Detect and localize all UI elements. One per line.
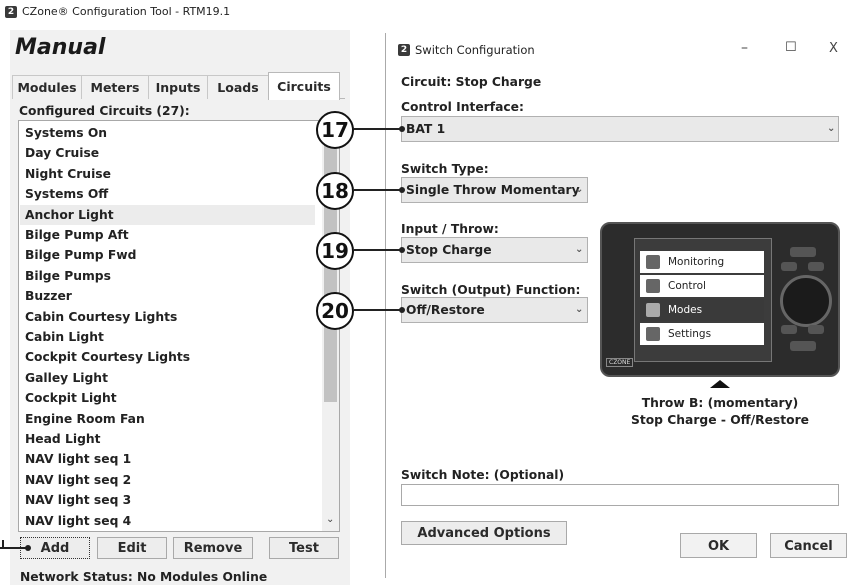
switch-function-select[interactable]: Off/Restore ⌄ [401,297,588,323]
tab-modules[interactable]: Modules [12,75,82,99]
switch-function-value: Off/Restore [406,303,485,317]
chevron-down-icon: ⌄ [575,184,584,195]
list-item[interactable]: Cockpit Light [25,388,315,408]
list-item[interactable]: Bilge Pump Fwd [25,245,315,265]
list-item[interactable]: Galley Light [25,368,315,388]
list-item[interactable]: Bilge Pumps [25,266,315,286]
dialog-title: Switch Configuration [415,43,535,57]
test-button[interactable]: Test [269,537,339,559]
switch-type-select[interactable]: Single Throw Momentary ⌄ [401,177,588,203]
callout-leader-17 [354,128,404,130]
callout-18: 18 [316,172,354,210]
device-menu-control: Control [640,275,764,297]
list-item[interactable]: NAV light seq 1 [25,449,315,469]
close-button[interactable]: X [829,41,838,56]
minimize-button[interactable]: – [741,40,748,56]
chevron-down-icon: ⌄ [575,304,584,315]
input-throw-select[interactable]: Stop Charge ⌄ [401,237,588,263]
device-menu-label: Control [668,280,706,292]
switch-function-label: Switch (Output) Function: [401,283,581,297]
add-callout-dot [25,545,31,551]
callout-leader-19 [354,249,404,251]
list-item[interactable]: Day Cruise [25,143,315,163]
scroll-down-icon[interactable]: ⌄ [326,514,334,525]
leader-vertical [2,540,4,549]
callout-leader-18 [354,189,404,191]
cancel-button[interactable]: Cancel [770,533,847,558]
control-interface-value: BAT 1 [406,122,446,136]
switch-note-label: Switch Note: (Optional) [401,468,565,482]
callout-19: 19 [316,232,354,270]
chevron-down-icon: ⌄ [827,123,836,134]
chevron-down-icon: ⌄ [575,244,584,255]
list-item[interactable]: Cockpit Courtesy Lights [25,347,315,367]
control-interface-label: Control Interface: [401,100,524,114]
control-interface-select[interactable]: BAT 1 ⌄ [401,116,839,142]
czone-app-icon: 2 [5,6,17,18]
edit-button[interactable]: Edit [97,537,167,559]
ok-button[interactable]: OK [680,533,757,558]
list-item[interactable]: Night Cruise [25,164,315,184]
callout-dot-17 [399,126,405,132]
list-header: Configured Circuits (27): [19,104,190,118]
list-item[interactable]: NAV light seq 3 [25,490,315,510]
device-menu-settings: Settings [640,323,764,345]
window-title: CZone® Configuration Tool - RTM19.1 [22,5,231,18]
device-button-right-top [808,262,824,271]
input-throw-value: Stop Charge [406,243,492,257]
remove-button[interactable]: Remove [173,537,253,559]
network-status: Network Status: No Modules Online [20,570,268,584]
switch-note-input[interactable] [401,484,839,506]
input-throw-label: Input / Throw: [401,222,499,236]
throw-caption-line2: Stop Charge - Off/Restore [631,413,809,427]
device-menu-monitoring: Monitoring [640,251,764,273]
device-menu-label: Monitoring [668,256,725,268]
callout-dot-20 [399,307,405,313]
caret-up-icon [710,380,730,388]
section-title: Manual [15,35,106,60]
tab-meters[interactable]: Meters [81,75,149,99]
device-button-right-bottom [808,325,824,334]
monitoring-icon [646,255,660,269]
list-item[interactable]: NAV light seq 2 [25,470,315,490]
settings-icon [646,327,660,341]
callout-dot-18 [399,187,405,193]
device-menu-label: Modes [668,304,703,316]
list-item[interactable]: Systems Off [25,184,315,204]
tab-circuits[interactable]: Circuits [268,72,340,100]
callout-17: 17 [316,111,354,149]
circuit-label: Circuit: Stop Charge [401,75,542,89]
callout-leader-20 [354,309,404,311]
maximize-button[interactable]: ☐ [785,40,797,55]
device-button-top [790,247,816,257]
add-callout-leader [0,547,27,549]
device-button-left-top [781,262,797,271]
device-brand-logo: CZONE [606,358,634,367]
switch-type-label: Switch Type: [401,162,489,176]
list-item[interactable]: Bilge Pump Aft [25,225,315,245]
callout-dot-19 [399,247,405,253]
list-item[interactable]: Buzzer [25,286,315,306]
switch-type-value: Single Throw Momentary [406,183,580,197]
device-menu-modes: Modes [640,299,764,321]
list-item[interactable]: Systems On [25,123,315,143]
advanced-options-button[interactable]: Advanced Options [401,521,567,545]
list-item[interactable]: Head Light [25,429,315,449]
list-item[interactable]: Cabin Light [25,327,315,347]
throw-caption-line1: Throw B: (momentary) [641,396,799,410]
device-button-bottom [790,341,816,351]
device-menu-label: Settings [668,328,712,340]
tab-inputs[interactable]: Inputs [148,75,208,99]
tab-loads[interactable]: Loads [207,75,269,99]
modes-icon [646,303,660,317]
control-icon [646,279,660,293]
callout-20: 20 [316,292,354,330]
list-item[interactable]: Cabin Courtesy Lights [25,307,315,327]
list-item[interactable]: NAV light seq 4 [25,511,315,531]
dialog-app-icon: 2 [398,44,410,56]
device-dial-knob [780,275,832,327]
list-item[interactable]: Engine Room Fan [25,409,315,429]
list-item[interactable]: Anchor Light [20,204,315,225]
device-button-left-bottom [781,325,797,334]
